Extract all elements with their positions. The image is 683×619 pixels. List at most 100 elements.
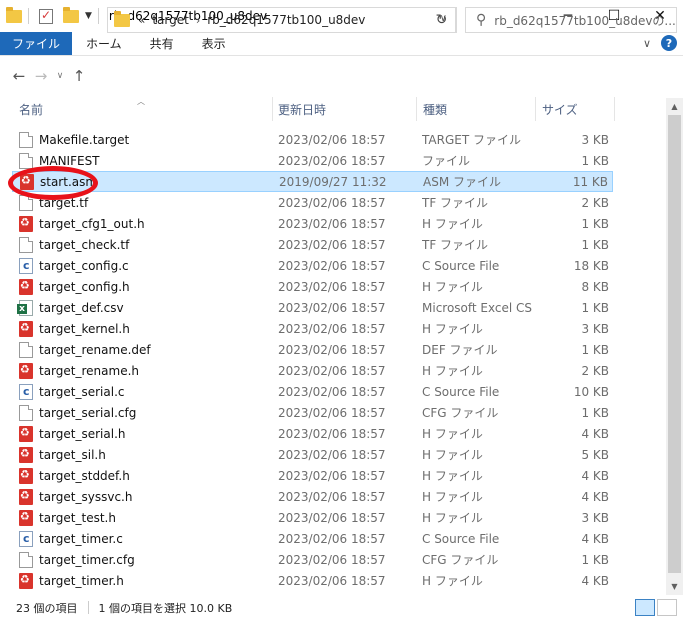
file-row[interactable]: start.asm2019/09/27 11:32ASM ファイル11 KB (12, 171, 613, 192)
column-header-name[interactable]: 名前 (19, 97, 43, 121)
file-name: Makefile.target (39, 132, 130, 147)
breadcrumb-separator-icon[interactable]: › (196, 14, 200, 27)
file-type: H ファイル (422, 490, 483, 504)
folder-icon[interactable] (6, 6, 22, 23)
file-row[interactable]: target_timer.c 2023/02/06 18:57 C Source F… (12, 528, 613, 549)
file-size: 3 KB (581, 510, 609, 525)
file-date: 2023/02/06 18:57 (278, 132, 386, 147)
column-divider[interactable] (416, 97, 417, 121)
back-arrow-icon[interactable]: ← (8, 67, 30, 85)
column-header-size[interactable]: サイズ (542, 97, 578, 121)
file-date: 2023/02/06 18:57 (278, 342, 386, 357)
customize-toolbar-chevron-icon[interactable]: ▼ (85, 11, 92, 21)
file-size: 1 KB (581, 405, 609, 420)
blank-file-icon (19, 236, 33, 253)
help-icon[interactable]: ? (661, 35, 677, 51)
tab-share[interactable]: 共有 (136, 32, 188, 55)
tab-view[interactable]: 表示 (188, 32, 240, 55)
file-row[interactable]: target_rename.def 2023/02/06 18:57 DEF ファイ… (12, 339, 613, 360)
file-date: 2023/02/06 18:57 (278, 447, 386, 462)
sort-ascending-icon: ︿ (137, 97, 145, 106)
file-date: 2023/02/06 18:57 (278, 510, 386, 525)
column-divider[interactable] (614, 97, 615, 121)
app-file-icon (19, 446, 33, 463)
file-row[interactable]: target_config.h 2023/02/06 18:57 H ファイル 8 K… (12, 276, 613, 297)
file-date: 2023/02/06 18:57 (278, 363, 386, 378)
file-row[interactable]: target_config.c 2023/02/06 18:57 C Source … (12, 255, 613, 276)
up-arrow-icon[interactable]: ↑ (68, 67, 90, 85)
tab-home[interactable]: ホーム (72, 32, 136, 55)
divider (87, 601, 89, 614)
file-date: 2023/02/06 18:57 (278, 300, 386, 315)
navigation-bar: ← → ∨ ↑ (0, 56, 683, 96)
column-divider[interactable] (535, 97, 536, 121)
file-size: 1 KB (581, 153, 609, 168)
file-type: H ファイル (422, 469, 483, 483)
scroll-up-arrow-icon[interactable]: ▲ (666, 98, 683, 115)
app-file-icon (19, 278, 33, 295)
properties-icon[interactable] (39, 8, 53, 24)
file-date: 2023/02/06 18:57 (278, 573, 386, 588)
c-source-file-icon (19, 383, 33, 400)
tab-file[interactable]: ファイル (0, 32, 73, 55)
file-row[interactable]: Makefile.target 2023/02/06 18:57 TARGET ファ… (12, 129, 613, 150)
file-row[interactable]: target_test.h 2023/02/06 18:57 H ファイル 3 KB (12, 507, 613, 528)
divider (28, 8, 29, 24)
app-file-icon (19, 215, 33, 232)
scroll-down-arrow-icon[interactable]: ▼ (666, 578, 683, 595)
file-row[interactable]: target_syssvc.h 2023/02/06 18:57 H ファイル 4 K… (12, 486, 613, 507)
address-bar[interactable]: « target › rb_d62q1577tb100_u8dev ∨ (107, 7, 456, 33)
file-row[interactable]: target_stddef.h 2023/02/06 18:57 H ファイル 4 K… (12, 465, 613, 486)
file-size: 10 KB (573, 384, 609, 399)
file-row[interactable]: target_timer.h 2023/02/06 18:57 H ファイル 4 KB (12, 570, 613, 591)
column-header-date[interactable]: 更新日時 (278, 97, 326, 121)
breadcrumb-current-folder[interactable]: rb_d62q1577tb100_u8dev (207, 13, 365, 27)
file-row[interactable]: target.tf 2023/02/06 18:57 TF ファイル 2 KB (12, 192, 613, 213)
file-size: 4 KB (581, 468, 609, 483)
file-size: 4 KB (581, 531, 609, 546)
file-date: 2023/02/06 18:57 (278, 237, 386, 252)
file-row[interactable]: target_timer.cfg 2023/02/06 18:57 CFG ファイル… (12, 549, 613, 570)
breadcrumb-target[interactable]: target (152, 13, 189, 27)
file-row[interactable]: target_check.tf 2023/02/06 18:57 TF ファイル 1 … (12, 234, 613, 255)
expand-ribbon-chevron-icon[interactable]: ∨ (643, 37, 651, 50)
vertical-scrollbar[interactable]: ▲ ▼ (666, 98, 683, 595)
file-row[interactable]: target_cfg1_out.h 2023/02/06 18:57 H ファイル 1… (12, 213, 613, 234)
file-type: Microsoft Excel CS... (422, 300, 532, 315)
file-date: 2023/02/06 18:57 (278, 489, 386, 504)
search-input[interactable]: ⚲ rb_d62q1577tb100_u8devの... (465, 7, 677, 33)
file-size: 2 KB (581, 363, 609, 378)
file-name: target_def.csv (39, 300, 124, 315)
forward-arrow-icon[interactable]: → (30, 67, 52, 85)
file-row[interactable]: target_rename.h 2023/02/06 18:57 H ファイル 2 K… (12, 360, 613, 381)
details-view-icon[interactable] (635, 599, 655, 616)
file-row[interactable]: target_sil.h 2023/02/06 18:57 H ファイル 5 KB (12, 444, 613, 465)
column-header-type[interactable]: 種類 (423, 97, 447, 121)
column-divider[interactable] (272, 97, 273, 121)
blank-file-icon (19, 131, 33, 148)
large-icons-view-icon[interactable] (657, 599, 677, 616)
app-file-icon (19, 425, 33, 442)
file-row[interactable]: MANIFEST 2023/02/06 18:57 ファイル 1 KB (12, 150, 613, 171)
breadcrumb-overflow[interactable]: « (138, 13, 145, 27)
file-type: C Source File (422, 258, 500, 273)
file-row[interactable]: target_def.csv 2023/02/06 18:57 Microsoft … (12, 297, 613, 318)
file-name: target_rename.def (39, 342, 151, 357)
file-size: 5 KB (581, 447, 609, 462)
file-row[interactable]: target_kernel.h 2023/02/06 18:57 H ファイル 3 K… (12, 318, 613, 339)
scrollbar-thumb[interactable] (668, 115, 681, 573)
recent-locations-chevron-icon[interactable]: ∨ (52, 71, 68, 81)
new-folder-icon[interactable] (63, 6, 79, 23)
app-file-icon (19, 572, 33, 589)
file-size: 4 KB (581, 573, 609, 588)
file-row[interactable]: target_serial.cfg 2023/02/06 18:57 CFG ファイ… (12, 402, 613, 423)
file-row[interactable]: target_serial.c 2023/02/06 18:57 C Source … (12, 381, 613, 402)
refresh-button[interactable]: ↻ (427, 7, 457, 33)
file-name: target_cfg1_out.h (39, 216, 145, 231)
file-type: H ファイル (422, 574, 483, 588)
file-row[interactable]: target_serial.h 2023/02/06 18:57 H ファイル 4 K… (12, 423, 613, 444)
file-name: target_syssvc.h (39, 489, 133, 504)
file-size: 18 KB (573, 258, 609, 273)
file-type: H ファイル (422, 511, 483, 525)
file-name: target_config.h (39, 279, 130, 294)
